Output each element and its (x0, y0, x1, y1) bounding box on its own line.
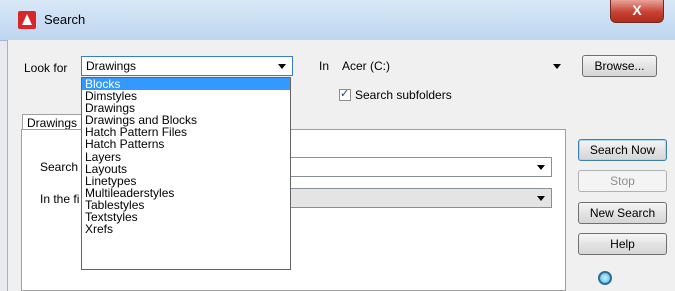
look-for-combo[interactable]: Drawings (81, 56, 293, 76)
search-label: Search (40, 160, 79, 174)
search-field-combo[interactable] (287, 157, 552, 177)
browse-button[interactable]: Browse... (582, 55, 657, 77)
search-subfolders-label: Search subfolders (355, 88, 452, 102)
in-combo[interactable]: Acer (C:) (337, 56, 568, 76)
magnifier-icon (598, 271, 612, 285)
close-button[interactable]: X (610, 0, 664, 23)
dropdown-items: Blocks Dimstyles Drawings Drawings and Bloc… (82, 78, 290, 235)
search-dialog: Search X Look for Drawings In Acer (C:) … (0, 0, 675, 291)
dropdown-item[interactable]: Layouts (82, 163, 290, 175)
look-for-dropdown-list: Blocks Dimstyles Drawings Drawings and Bloc… (81, 77, 291, 270)
window-title: Search (44, 12, 86, 27)
in-the-field-combo[interactable] (287, 188, 552, 208)
look-for-label: Look for (24, 61, 68, 75)
in-label: In (319, 59, 330, 73)
chevron-down-icon[interactable] (278, 64, 286, 69)
dropdown-item[interactable]: Xrefs (82, 223, 290, 235)
help-button[interactable]: Help (578, 233, 667, 255)
in-value: Acer (C:) (342, 59, 390, 73)
stop-button[interactable]: Stop (578, 170, 667, 192)
chevron-down-icon[interactable] (553, 64, 561, 69)
autocad-icon (18, 11, 36, 29)
chevron-down-icon[interactable] (537, 165, 545, 170)
search-subfolders-checkbox[interactable] (339, 87, 351, 101)
new-search-button[interactable]: New Search (578, 202, 667, 224)
dropdown-item[interactable]: Layers (82, 151, 290, 163)
look-for-value: Drawings (86, 59, 137, 73)
search-now-button[interactable]: Search Now (578, 139, 667, 161)
in-the-field-label: In the fi (40, 192, 80, 206)
dropdown-item[interactable]: Textstyles (82, 211, 290, 223)
title-bar: Search X (0, 0, 675, 41)
chevron-down-icon[interactable] (537, 196, 545, 201)
dropdown-item[interactable]: Hatch Patterns (82, 138, 290, 150)
